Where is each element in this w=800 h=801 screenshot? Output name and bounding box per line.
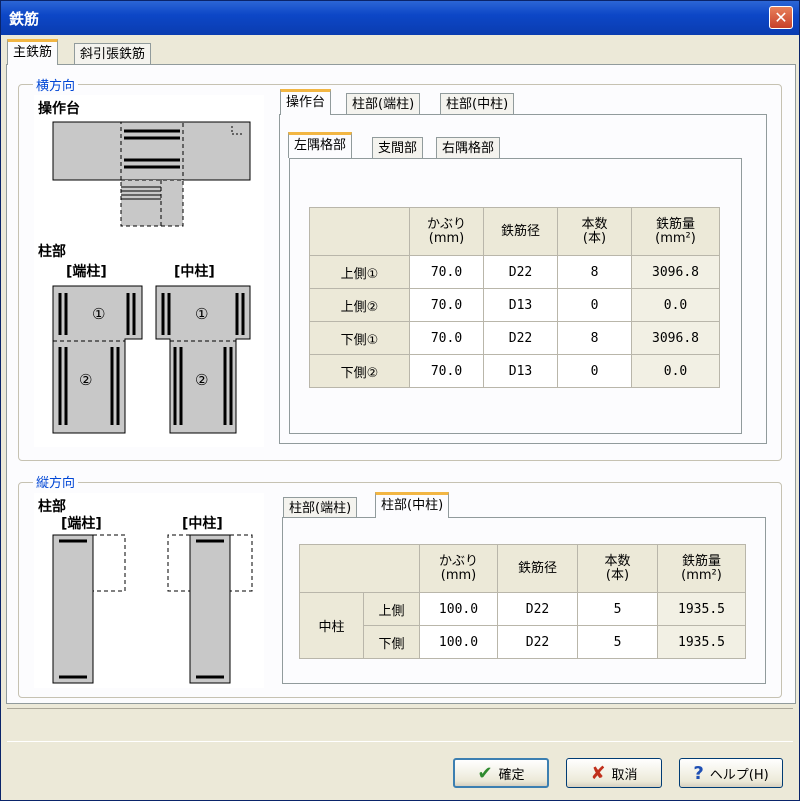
header-area: 鉄筋量 (mm²) [631,207,720,256]
header-count: 本数 (本) [557,207,632,256]
vertical-rebar-table: かぶり (mm) 鉄筋径 本数 (本) 鉄筋量 (mm²) 中柱 上側 100.… [299,544,746,659]
area-cell: 3096.8 [631,255,720,289]
table-row: 下側② 70.0 D13 0 0.0 [309,354,720,388]
area-cell: 0.0 [631,354,720,388]
status-bar [7,708,793,742]
table-row: 下側 100.0 D22 5 1935.5 [300,625,746,659]
diameter-cell[interactable]: D22 [483,321,558,355]
count-cell[interactable]: 8 [557,255,632,289]
vertical-legend: 縦方向 [33,472,79,491]
header-cover-text: かぶり (mm) [426,216,466,246]
header-area: 鉄筋量 (mm²) [657,544,746,593]
count-cell[interactable]: 5 [577,592,658,626]
cross-icon: ✘ [590,762,606,784]
cover-cell[interactable]: 70.0 [409,255,484,289]
count-cell[interactable]: 5 [577,625,658,659]
vertical-diagram: 柱部 [端柱] [中柱] [34,493,264,688]
table-row: 下側① 70.0 D22 8 3096.8 [309,321,720,355]
window-title: 鉄筋 [9,10,40,28]
tab-main-rebar[interactable]: 主鉄筋 [7,39,59,65]
horizontal-rebar-table: かぶり (mm) 鉄筋径 本数 (本) 鉄筋量 (mm²) 上側① 70.0 D… [309,207,720,388]
header-diameter: 鉄筋径 [483,207,558,256]
table-header-row: かぶり (mm) 鉄筋径 本数 (本) 鉄筋量 (mm²) [309,207,720,256]
header-area-text: 鉄筋量 (mm²) [655,216,696,246]
header-count: 本数 (本) [577,544,658,593]
cover-cell[interactable]: 100.0 [419,625,498,659]
mark-1-end: ① [92,305,106,323]
mark-1-mid: ① [195,305,209,323]
area-cell: 3096.8 [631,321,720,355]
row-label: 上側② [309,288,410,322]
table-row: 上側① 70.0 D22 8 3096.8 [309,255,720,289]
diameter-cell[interactable]: D13 [483,288,558,322]
corner-header [309,207,410,256]
cover-cell[interactable]: 100.0 [419,592,498,626]
area-cell: 1935.5 [657,592,746,626]
diagram-label-column: 柱部 [38,244,66,260]
table-header-row: かぶり (mm) 鉄筋径 本数 (本) 鉄筋量 (mm²) [299,544,746,593]
tab-span[interactable]: 支間部 [372,137,424,159]
horizontal-diagram: 操作台 柱部 [端柱] [中柱] ① ② ① ② [34,95,264,447]
vertical-column-drawing [52,534,253,684]
mark-2-end: ② [79,371,93,389]
diameter-cell[interactable]: D22 [497,625,578,659]
diameter-cell[interactable]: D22 [483,255,558,289]
header-cover: かぶり (mm) [419,544,498,593]
row-label: 上側 [363,592,420,626]
header-diameter: 鉄筋径 [497,544,578,593]
area-cell: 0.0 [631,288,720,322]
header-cover: かぶり (mm) [409,207,484,256]
corner-header [299,544,420,593]
tab-v-column-mid[interactable]: 柱部(中柱) [375,492,450,518]
help-button-label: ヘルプ(H) [709,767,769,783]
header-cover-text: かぶり (mm) [438,553,478,583]
diagram-label-mid-column: [中柱] [174,264,215,280]
header-area-text: 鉄筋量 (mm²) [681,553,722,583]
row-label: 下側① [309,321,410,355]
group-label: 中柱 [299,592,364,659]
header-count-text: 本数 (本) [604,553,631,583]
row-label: 下側② [309,354,410,388]
dialog-window: 鉄筋 ✕ 主鉄筋 斜引張鉄筋 横方向 操作台 柱部 [端柱] [中柱] ① ② … [0,0,800,801]
diameter-cell[interactable]: D13 [483,354,558,388]
tab-diagonal-tension-rebar[interactable]: 斜引張鉄筋 [74,43,152,65]
count-cell[interactable]: 8 [557,321,632,355]
row-label: 下側 [363,625,420,659]
table-row: 中柱 上側 100.0 D22 5 1935.5 [299,592,746,659]
question-icon: ? [693,762,704,784]
tab-column-mid[interactable]: 柱部(中柱) [440,93,515,115]
close-button[interactable]: ✕ [769,6,793,29]
area-cell: 1935.5 [657,625,746,659]
diameter-cell[interactable]: D22 [497,592,578,626]
tab-column-end[interactable]: 柱部(端柱) [346,93,421,115]
tab-right-corner[interactable]: 右隅格部 [436,137,501,159]
title-bar: 鉄筋 ✕ [1,1,799,35]
cover-cell[interactable]: 70.0 [409,354,484,388]
ok-button[interactable]: ✔ 確定 [453,758,549,788]
cancel-button[interactable]: ✘ 取消 [566,758,662,788]
header-count-text: 本数 (本) [581,216,608,246]
horizontal-legend: 横方向 [33,75,79,94]
ok-button-label: 確定 [498,767,525,783]
tab-left-corner[interactable]: 左隅格部 [288,132,353,158]
help-button[interactable]: ? ヘルプ(H) [679,758,783,788]
tab-platform[interactable]: 操作台 [280,89,332,115]
checkmark-icon: ✔ [477,762,493,784]
count-cell[interactable]: 0 [557,354,632,388]
row-label: 上側① [309,255,410,289]
count-cell[interactable]: 0 [557,288,632,322]
cancel-button-label: 取消 [611,767,638,783]
cover-cell[interactable]: 70.0 [409,288,484,322]
diagram-label-end-column: [端柱] [66,264,107,280]
cover-cell[interactable]: 70.0 [409,321,484,355]
tab-v-column-end[interactable]: 柱部(端柱) [283,497,358,519]
mark-2-mid: ② [195,371,209,389]
table-row: 上側② 70.0 D13 0 0.0 [309,288,720,322]
